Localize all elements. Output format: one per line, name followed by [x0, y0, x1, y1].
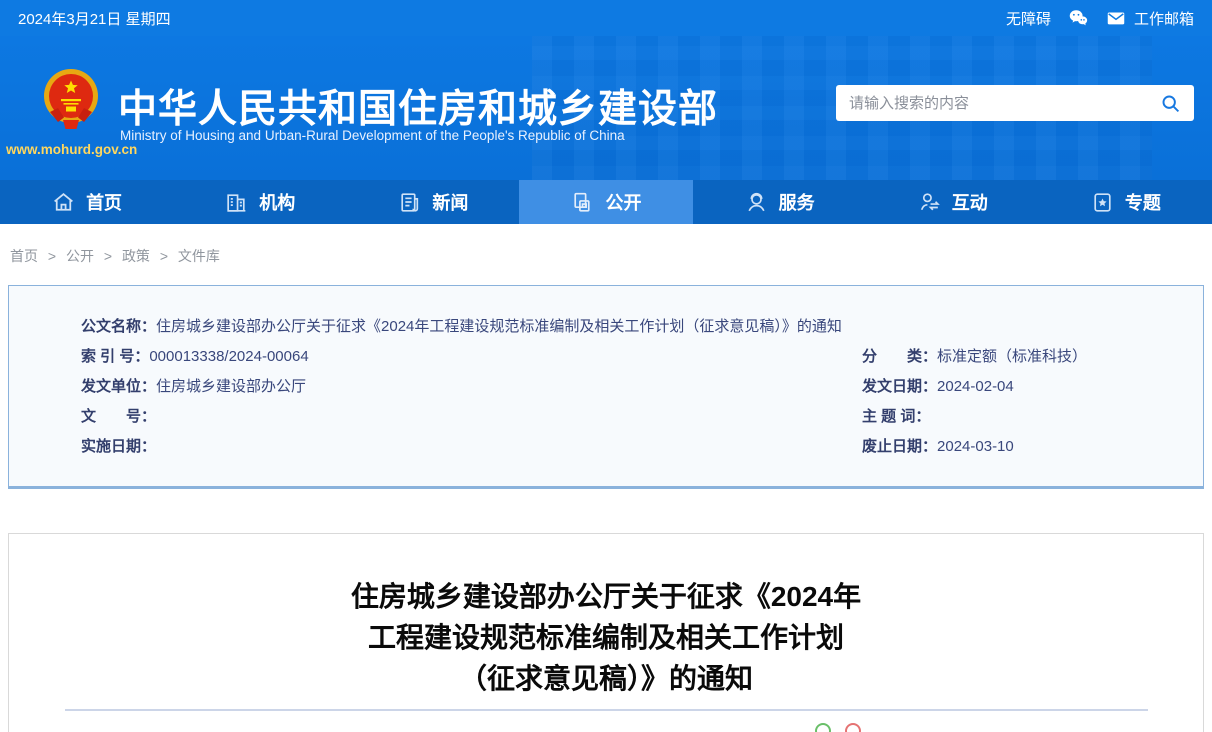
doc-index-label: 索 引 号：: [81, 348, 150, 365]
work-mailbox-link[interactable]: 工作邮箱: [1105, 7, 1194, 29]
nav-label: 服务: [778, 193, 815, 213]
nav-item-news[interactable]: 新闻: [346, 180, 519, 224]
work-mailbox-label: 工作邮箱: [1133, 10, 1194, 28]
breadcrumb-disclosure[interactable]: 公开: [66, 248, 94, 264]
breadcrumb-home[interactable]: 首页: [10, 248, 38, 264]
interaction-icon: [920, 192, 940, 210]
mail-icon: [1105, 7, 1127, 29]
nav-item-interaction[interactable]: 互动: [866, 180, 1039, 224]
doc-issuing-unit-value: 住房城乡建设部办公厅: [156, 378, 307, 395]
article-card: 住房城乡建设部办公厅关于征求《2024年 工程建设规范标准编制及相关工作计划 （…: [8, 533, 1204, 732]
nav-label: 首页: [86, 193, 123, 213]
disclosure-docs-icon: [574, 192, 591, 212]
newspaper-icon: [401, 192, 419, 212]
breadcrumb-separator: >: [159, 248, 169, 264]
doc-repeal-date-value: 2024-03-10: [937, 438, 1014, 455]
nav-label: 新闻: [432, 193, 469, 213]
search-icon[interactable]: [1160, 93, 1181, 114]
breadcrumb-separator: >: [47, 248, 57, 264]
doc-title-row: 公文名称：住房城乡建设部办公厅关于征求《2024年工程建设规范标准编制及相关工作…: [81, 312, 1183, 342]
building-icon: [227, 193, 246, 212]
doc-category-value: 标准定额（标准科技）: [937, 348, 1088, 365]
top-utility-bar: 2024年3月21日 星期四 无障碍 工作邮箱: [0, 0, 1212, 36]
breadcrumb-document-library[interactable]: 文件库: [178, 248, 220, 264]
national-emblem-logo[interactable]: [38, 66, 104, 136]
site-header: www.mohurd.gov.cn 中华人民共和国住房和城乡建设部 Minist…: [0, 36, 1212, 180]
doc-title-label: 公文名称：: [81, 318, 157, 335]
site-search: [836, 85, 1194, 121]
current-date: 2024年3月21日 星期四: [18, 10, 171, 28]
doc-number-label: 文 号：: [81, 408, 157, 425]
doc-impl-date-label: 实施日期：: [81, 438, 157, 455]
site-title: 中华人民共和国住房和城乡建设部: [118, 88, 719, 131]
home-icon: [54, 192, 73, 211]
breadcrumb: 首页 > 公开 > 政策 > 文件库: [0, 224, 1212, 285]
doc-impl-date-row: 实施日期：: [81, 432, 862, 462]
nav-item-disclosure[interactable]: 公开: [519, 180, 693, 224]
nav-item-organization[interactable]: 机构: [173, 180, 346, 224]
article-title-line: （征求意见稿）》的通知: [458, 663, 753, 694]
nav-label: 专题: [1124, 193, 1161, 213]
nav-item-services[interactable]: 服务: [693, 180, 866, 224]
nav-label: 机构: [259, 193, 296, 213]
doc-category-row: 分 类：标准定额（标准科技）: [862, 342, 1183, 372]
nav-item-home[interactable]: 首页: [0, 180, 173, 224]
doc-number-row: 文 号：: [81, 402, 862, 432]
doc-index-row: 索 引 号：000013338/2024-00064: [81, 342, 862, 372]
doc-issue-date-label: 发文日期：: [862, 378, 938, 395]
document-metadata-box: 公文名称：住房城乡建设部办公厅关于征求《2024年工程建设规范标准编制及相关工作…: [8, 285, 1204, 489]
site-subtitle-en: Ministry of Housing and Urban-Rural Deve…: [120, 128, 625, 143]
nav-label: 公开: [605, 193, 642, 213]
wechat-icon[interactable]: [1067, 7, 1089, 29]
site-url: www.mohurd.gov.cn: [6, 142, 138, 157]
breadcrumb-policy[interactable]: 政策: [122, 248, 150, 264]
breadcrumb-separator: >: [103, 248, 113, 264]
article-title-line: 工程建设规范标准编制及相关工作计划: [367, 622, 844, 653]
article-divider: [65, 709, 1148, 711]
doc-title-value: 住房城乡建设部办公厅关于征求《2024年工程建设规范标准编制及相关工作计划（征求…: [156, 318, 842, 335]
doc-issuing-unit-row: 发文单位：住房城乡建设部办公厅: [81, 372, 862, 402]
doc-repeal-date-label: 废止日期：: [862, 438, 938, 455]
doc-index-value: 000013338/2024-00064: [149, 348, 309, 365]
doc-issue-date-value: 2024-02-04: [937, 378, 1014, 395]
service-person-icon: [748, 192, 765, 211]
article-title: 住房城乡建设部办公厅关于征求《2024年 工程建设规范标准编制及相关工作计划 （…: [9, 576, 1203, 699]
feedback-positive-icon[interactable]: [815, 723, 831, 732]
doc-subject-words-row: 主 题 词：: [862, 402, 1183, 432]
doc-category-label: 分 类：: [862, 348, 938, 365]
accessibility-link[interactable]: 无障碍: [1006, 8, 1051, 29]
feedback-row: [815, 723, 861, 732]
doc-repeal-date-row: 废止日期：2024-03-10: [862, 432, 1183, 462]
nav-item-topics[interactable]: 专题: [1039, 180, 1212, 224]
feedback-negative-icon[interactable]: [845, 723, 861, 732]
main-nav: 首页 机构 新闻 公开 服务 互动 专题: [0, 180, 1212, 224]
search-input[interactable]: [849, 94, 1160, 112]
doc-issuing-unit-label: 发文单位：: [81, 378, 157, 395]
doc-subject-words-label: 主 题 词：: [862, 408, 931, 425]
doc-issue-date-row: 发文日期：2024-02-04: [862, 372, 1183, 402]
article-title-line: 住房城乡建设部办公厅关于征求《2024年: [350, 581, 862, 612]
topic-star-icon: [1094, 192, 1111, 212]
nav-label: 互动: [951, 193, 988, 213]
